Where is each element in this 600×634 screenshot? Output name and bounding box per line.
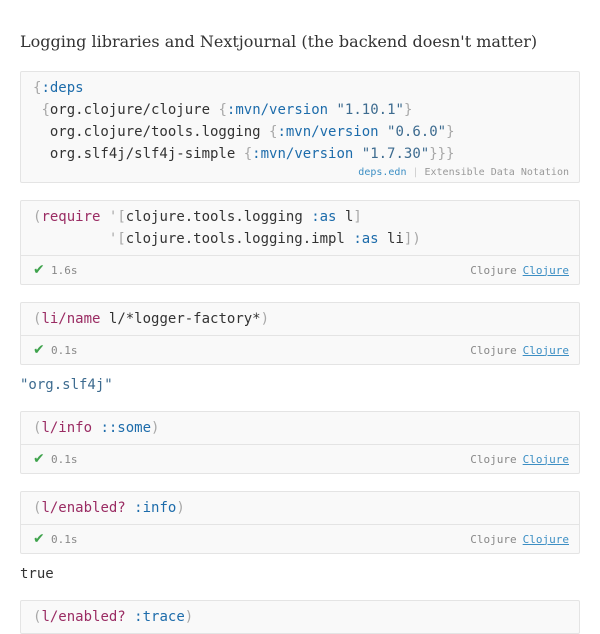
check-icon: ✔ (33, 531, 45, 547)
argument: :trace (134, 609, 185, 625)
bracket: ]) (403, 231, 421, 247)
fn-name: require (41, 209, 101, 225)
footer-separator: | (412, 167, 419, 178)
dep-name: org.clojure/tools.logging (49, 124, 261, 140)
paren: ) (260, 311, 270, 327)
cell-code[interactable]: (l/info ::some) (21, 412, 579, 444)
code-cell-enabled-trace[interactable]: (l/enabled? :trace) (20, 600, 580, 634)
namespace: clojure.tools.logging.impl (125, 231, 345, 247)
mvn-version-key: :mvn/version (277, 124, 379, 140)
run-time: 0.1s (51, 343, 78, 357)
paren: ) (176, 500, 185, 516)
brace: { (243, 146, 253, 162)
notebook: Logging libraries and Nextjournal (the b… (0, 32, 600, 634)
language-label: Clojure (470, 532, 517, 546)
brace: }}} (429, 146, 455, 162)
cell-result: true (20, 566, 54, 582)
as-keyword: :as (353, 231, 379, 247)
quote-bracket: '[ (108, 209, 126, 225)
deps-format-label: Extensible Data Notation (424, 167, 570, 178)
argument: ::some (100, 420, 152, 436)
brace: } (446, 124, 455, 140)
language-label: Clojure (470, 343, 517, 357)
language-link[interactable]: Clojure (523, 533, 569, 546)
deps-cell[interactable]: {:deps {org.clojure/clojure {:mvn/versio… (20, 71, 580, 183)
paren: ( (33, 609, 42, 625)
fn-name: l/enabled? (41, 609, 126, 625)
dep-name: org.slf4j/slf4j-simple (49, 146, 236, 162)
run-time: 0.1s (51, 452, 78, 466)
brace: } (403, 102, 413, 118)
brace: { (218, 102, 227, 118)
deps-code[interactable]: {:deps {org.clojure/clojure {:mvn/versio… (21, 72, 579, 170)
code-cell-logger-name[interactable]: (li/name l/*logger-factory*) ✔ 0.1s Cloj… (20, 302, 580, 365)
fn-name: l/info (41, 420, 93, 436)
code-cell-enabled-info[interactable]: (l/enabled? :info) ✔ 0.1s Clojure Clojur… (20, 491, 580, 554)
deps-key: :deps (41, 80, 84, 96)
cell-code[interactable]: (require '[clojure.tools.logging :as l] … (21, 201, 579, 255)
cell-code[interactable]: (l/enabled? :trace) (21, 601, 579, 633)
language-link[interactable]: Clojure (523, 453, 569, 466)
language-link[interactable]: Clojure (523, 264, 569, 277)
check-icon: ✔ (33, 451, 45, 467)
check-icon: ✔ (33, 342, 45, 358)
dep-version: "1.7.30" (361, 146, 430, 162)
cell-status-bar: ✔ 0.1s Clojure Clojure (21, 524, 579, 553)
deps-footer: deps.edn | Extensible Data Notation (21, 167, 579, 182)
quote-bracket: '[ (108, 231, 126, 247)
cell-code[interactable]: (li/name l/*logger-factory*) (21, 303, 579, 335)
mvn-version-key: :mvn/version (252, 146, 354, 162)
alias: li (387, 231, 404, 247)
check-icon: ✔ (33, 262, 45, 278)
namespace: clojure.tools.logging (125, 209, 303, 225)
cell-status-bar: ✔ 0.1s Clojure Clojure (21, 444, 579, 473)
fn-name: l/enabled? (41, 500, 126, 516)
code-cell-info[interactable]: (l/info ::some) ✔ 0.1s Clojure Clojure (20, 411, 580, 474)
fn-name: li/name (41, 311, 101, 327)
language-label: Clojure (470, 263, 517, 277)
dep-version: "1.10.1" (336, 102, 404, 118)
section-heading: Logging libraries and Nextjournal (the b… (20, 32, 538, 51)
cell-status-bar: ✔ 0.1s Clojure Clojure (21, 335, 579, 364)
cell-result: "org.slf4j" (20, 377, 113, 393)
code-cell-require[interactable]: (require '[clojure.tools.logging :as l] … (20, 200, 580, 285)
paren: ) (184, 609, 194, 625)
argument: l/*logger-factory* (108, 311, 261, 327)
as-keyword: :as (311, 209, 337, 225)
cell-code[interactable]: (l/enabled? :info) (21, 492, 579, 524)
deps-filename[interactable]: deps.edn (358, 167, 406, 178)
language-link[interactable]: Clojure (523, 344, 569, 357)
argument: :info (134, 500, 177, 516)
language-label: Clojure (470, 452, 517, 466)
dep-version: "0.6.0" (387, 124, 447, 140)
mvn-version-key: :mvn/version (226, 102, 329, 118)
bracket: ] (353, 209, 362, 225)
paren: ) (151, 420, 160, 436)
run-time: 1.6s (51, 263, 78, 277)
brace: { (41, 102, 50, 118)
run-time: 0.1s (51, 532, 78, 546)
cell-status-bar: ✔ 1.6s Clojure Clojure (21, 255, 579, 284)
dep-name: org.clojure/clojure (49, 102, 211, 118)
